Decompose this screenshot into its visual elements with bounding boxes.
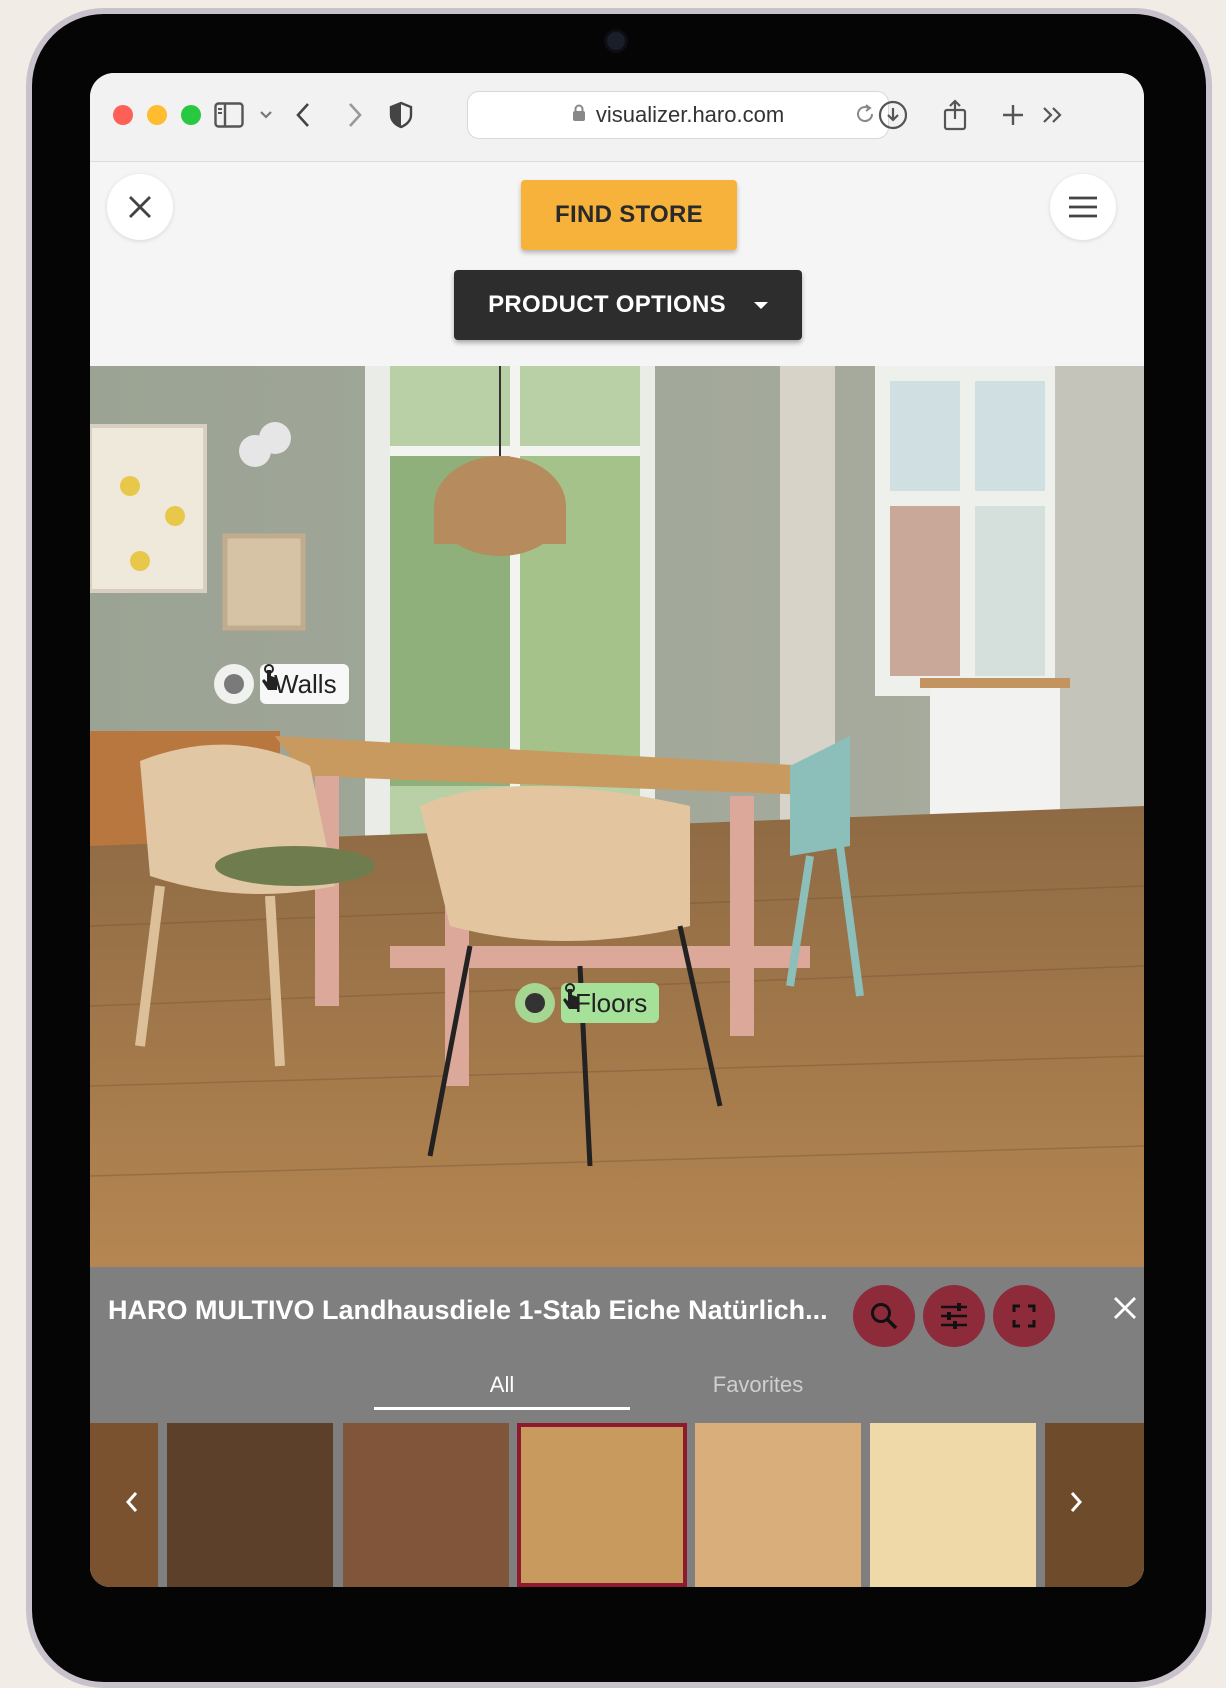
find-store-button[interactable]: FIND STORE bbox=[521, 180, 737, 250]
walls-label: Walls bbox=[274, 668, 337, 699]
fullscreen-icon bbox=[1012, 1304, 1036, 1328]
app-header: FIND STORE PRODUCT OPTIONS bbox=[90, 162, 1144, 366]
close-icon bbox=[129, 196, 151, 218]
product-options-dropdown[interactable]: PRODUCT OPTIONS bbox=[454, 270, 802, 340]
new-tab-icon[interactable] bbox=[996, 95, 1030, 135]
caret-down-icon bbox=[753, 301, 768, 309]
share-icon[interactable] bbox=[938, 95, 972, 135]
hamburger-icon bbox=[1069, 196, 1097, 218]
product-tabs: All Favorites bbox=[90, 1363, 1144, 1410]
close-window-button[interactable] bbox=[113, 105, 133, 125]
screen: visualizer.haro.com FIND STORE PRODUCT O… bbox=[90, 73, 1144, 1587]
url-text: visualizer.haro.com bbox=[595, 102, 785, 127]
swatch-tile[interactable] bbox=[167, 1423, 333, 1587]
front-camera bbox=[607, 32, 625, 50]
reload-icon[interactable] bbox=[854, 102, 876, 132]
chevron-right-icon bbox=[1070, 1492, 1083, 1512]
product-panel: HARO MULTIVO Landhausdiele 1-Stab Eiche … bbox=[90, 1267, 1144, 1587]
carousel-next-button[interactable] bbox=[1056, 1477, 1096, 1527]
chevron-left-icon bbox=[125, 1492, 138, 1512]
back-icon[interactable] bbox=[288, 95, 318, 135]
product-options-label: PRODUCT OPTIONS bbox=[488, 291, 726, 318]
sliders-icon bbox=[941, 1303, 967, 1329]
floors-hotspot[interactable]: Floors bbox=[561, 983, 660, 1023]
sidebar-toggle-icon[interactable] bbox=[212, 95, 246, 135]
close-panel-icon[interactable] bbox=[1112, 1295, 1138, 1326]
walls-hotspot[interactable]: Walls bbox=[260, 664, 349, 704]
swatch-tile[interactable] bbox=[870, 1423, 1036, 1587]
search-button[interactable] bbox=[853, 1285, 915, 1347]
room-visualization[interactable]: Walls Floors bbox=[90, 366, 1144, 1267]
browser-toolbar: visualizer.haro.com bbox=[90, 73, 1144, 162]
lock-icon bbox=[572, 102, 586, 128]
floors-hotspot-dot[interactable] bbox=[515, 983, 555, 1023]
filter-button[interactable] bbox=[923, 1285, 985, 1347]
chevron-down-icon[interactable] bbox=[256, 95, 276, 135]
product-title: HARO MULTIVO Landhausdiele 1-Stab Eiche … bbox=[108, 1295, 828, 1325]
close-button[interactable] bbox=[107, 174, 173, 240]
fullscreen-button[interactable] bbox=[993, 1285, 1055, 1347]
maximize-window-button[interactable] bbox=[181, 105, 201, 125]
menu-button[interactable] bbox=[1050, 174, 1116, 240]
carousel-prev-button[interactable] bbox=[112, 1477, 152, 1527]
swatch-tile[interactable] bbox=[343, 1423, 509, 1587]
swatch-carousel bbox=[90, 1415, 1144, 1587]
swatch-tile-selected[interactable] bbox=[517, 1423, 687, 1587]
room-image bbox=[90, 366, 1144, 1267]
privacy-shield-icon[interactable] bbox=[386, 95, 416, 135]
floors-label: Floors bbox=[575, 987, 648, 1018]
address-bar[interactable]: visualizer.haro.com bbox=[467, 91, 889, 139]
download-icon[interactable] bbox=[876, 95, 910, 135]
forward-icon[interactable] bbox=[340, 95, 370, 135]
swatch-tile[interactable] bbox=[695, 1423, 861, 1587]
tab-all[interactable]: All bbox=[374, 1363, 630, 1410]
tab-favorites[interactable]: Favorites bbox=[630, 1363, 886, 1407]
search-icon bbox=[871, 1303, 898, 1330]
minimize-window-button[interactable] bbox=[147, 105, 167, 125]
more-tabs-icon[interactable] bbox=[1036, 95, 1070, 135]
walls-hotspot-dot[interactable] bbox=[214, 664, 254, 704]
